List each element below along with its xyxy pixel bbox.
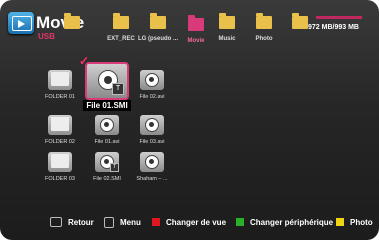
folder-icon <box>48 152 72 172</box>
grid-item-label: File 02.SMI <box>93 176 121 182</box>
back-icon <box>50 217 62 227</box>
change-device-button[interactable]: Changer périphérique <box>236 212 333 232</box>
capacity-text: 972 MB/993 MB <box>308 24 359 31</box>
grid-item-file-01-smi[interactable]: ✓ T File 01.SMI <box>79 54 131 111</box>
device-item-photo[interactable]: Photo <box>244 13 284 42</box>
menu-button[interactable]: Menu <box>104 212 141 232</box>
bottom-bar: Retour Menu Changer de vue Changer périp… <box>0 212 379 232</box>
grid-item-label: File 02.avi <box>139 94 165 100</box>
photo-button[interactable]: Photo <box>336 212 373 232</box>
device-item-label: Photo <box>255 36 273 42</box>
device-item-label: Music <box>218 36 236 42</box>
grid-item-label: File 01.SMI <box>83 100 131 111</box>
grid-item-file-01-avi[interactable]: File 01.avi <box>85 115 129 145</box>
change-view-button[interactable]: Changer de vue <box>152 212 226 232</box>
capacity-bar <box>316 16 362 19</box>
folder-icon <box>256 13 272 29</box>
folder-icon <box>292 13 308 29</box>
video-icon <box>140 70 164 90</box>
grid-item-folder-02[interactable]: FOLDER 02 <box>38 115 82 145</box>
grid-item-folder-01[interactable]: FOLDER 01 <box>38 70 82 100</box>
change-view-label: Changer de vue <box>166 217 227 227</box>
video-icon: T <box>85 62 129 100</box>
grid-item-folder-03[interactable]: FOLDER 03 <box>38 152 82 182</box>
device-item-ext-rec[interactable]: EXT_REC <box>101 13 141 42</box>
grid-item-label: File 03.avi <box>139 139 165 145</box>
grid-item-label: FOLDER 01 <box>45 94 75 100</box>
grid-item-label: Shaham – ... <box>136 176 168 182</box>
grid-item-label: FOLDER 02 <box>45 139 75 145</box>
grid-item-file-02-smi[interactable]: T File 02.SMI <box>85 152 129 182</box>
device-item-label: LG (pseudo ... <box>138 36 178 42</box>
media-browser-screen: Movie USB EXT_REC LG (pseudo ... Movie M… <box>0 0 379 240</box>
folder-icon <box>219 13 235 29</box>
folder-icon <box>64 13 80 29</box>
menu-icon <box>104 216 114 228</box>
device-item-label: EXT_REC <box>107 36 135 42</box>
device-item-lg[interactable]: LG (pseudo ... <box>138 13 178 42</box>
red-key-icon <box>152 218 160 226</box>
grid-item-file-02-avi[interactable]: File 02.avi <box>130 70 174 100</box>
folder-icon <box>113 13 129 29</box>
grid-item-label: File 01.avi <box>94 139 120 145</box>
folder-icon <box>48 115 72 135</box>
grid-item-shaham[interactable]: Shaham – ... <box>130 152 174 182</box>
header: Movie USB EXT_REC LG (pseudo ... Movie M… <box>0 0 379 56</box>
folder-icon <box>48 70 72 90</box>
change-device-label: Changer périphérique <box>250 217 334 227</box>
video-icon <box>140 115 164 135</box>
yellow-key-icon <box>336 218 344 226</box>
green-key-icon <box>236 218 244 226</box>
subtitle-badge: T <box>112 83 124 95</box>
photo-label: Photo <box>350 217 373 227</box>
video-icon: T <box>95 152 119 172</box>
grid-item-file-03-avi[interactable]: File 03.avi <box>130 115 174 145</box>
video-icon <box>95 115 119 135</box>
back-label: Retour <box>68 217 94 227</box>
movie-icon <box>8 12 34 34</box>
subtitle-badge: T <box>110 163 119 172</box>
device-item-music[interactable]: Music <box>207 13 247 42</box>
menu-label: Menu <box>120 217 141 227</box>
folder-icon <box>150 13 166 29</box>
back-button[interactable]: Retour <box>50 212 94 232</box>
video-icon <box>140 152 164 172</box>
grid-item-label: FOLDER 03 <box>45 176 75 182</box>
device-item[interactable] <box>52 13 92 36</box>
folder-icon <box>188 15 204 31</box>
